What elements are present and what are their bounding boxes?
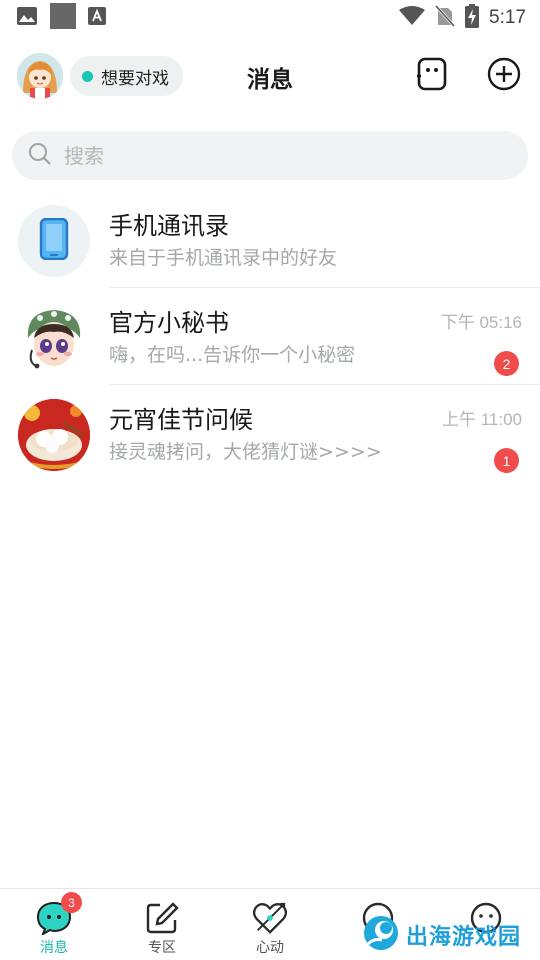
- conversation-name: 元宵佳节问候: [109, 406, 253, 434]
- status-bar: 5:17: [0, 0, 540, 36]
- conversation-preview: 来自于手机通讯录中的好友: [109, 247, 338, 269]
- conversation-name: 手机通讯录: [109, 212, 229, 240]
- add-button[interactable]: [486, 57, 522, 95]
- watermark: 出海游戏园: [362, 912, 521, 958]
- conversation-preview: 接灵魂拷问，大佬猜灯谜>>>>: [109, 441, 382, 463]
- battery-charging-icon: [465, 4, 480, 32]
- contacts-book-icon: [416, 57, 448, 95]
- tab-heartbeat[interactable]: 心动: [230, 889, 310, 960]
- add-circle-icon: [487, 57, 521, 95]
- phone-icon: [39, 217, 69, 264]
- watermark-logo-icon: [362, 914, 400, 956]
- image-icon: [16, 6, 38, 30]
- contacts-avatar: [18, 205, 90, 277]
- conversation-time: 上午 11:00: [441, 410, 522, 429]
- clock: 5:17: [489, 7, 526, 28]
- lantern-festival-avatar: [18, 399, 90, 471]
- list-item-contacts[interactable]: 手机通讯录 来自于手机通讯录中的好友: [0, 191, 540, 287]
- search-bar[interactable]: [12, 131, 528, 180]
- conversation-preview: 嗨，在吗...告诉你一个小秘密: [109, 344, 356, 366]
- unread-badge: 1: [494, 448, 519, 473]
- tab-label: 心动: [256, 940, 284, 956]
- status-selector[interactable]: 想要对戏: [70, 56, 183, 96]
- tab-badge: 3: [61, 892, 82, 913]
- tab-messages[interactable]: 3 消息: [14, 889, 94, 960]
- conversation-name: 官方小秘书: [109, 309, 229, 337]
- square-icon: [50, 3, 76, 33]
- watermark-text: 出海游戏园: [406, 925, 522, 950]
- status-label: 想要对戏: [101, 68, 169, 89]
- tab-label: 专区: [148, 940, 176, 956]
- profile-avatar[interactable]: [17, 53, 63, 99]
- message-bubble-icon: 3: [36, 892, 82, 935]
- search-input[interactable]: [64, 143, 484, 168]
- no-sim-icon: [434, 4, 456, 31]
- secretary-avatar: [18, 302, 90, 374]
- list-item-lantern-festival[interactable]: 元宵佳节问候 接灵魂拷问，大佬猜灯谜>>>> 上午 11:00 1: [0, 385, 540, 481]
- heart-arrow-icon: [252, 901, 288, 935]
- contacts-book-button[interactable]: [414, 57, 450, 95]
- header: 想要对戏 消息: [0, 50, 540, 102]
- conversation-time: 下午 05:16: [440, 313, 522, 332]
- tab-zone[interactable]: 专区: [122, 889, 202, 960]
- unread-badge: 2: [494, 351, 519, 376]
- list-item-secretary[interactable]: 官方小秘书 嗨，在吗...告诉你一个小秘密 下午 05:16 2: [0, 288, 540, 384]
- status-dot: [82, 70, 93, 82]
- search-icon: [28, 142, 52, 170]
- edit-square-icon: [144, 901, 180, 935]
- text-icon: [88, 7, 106, 29]
- wifi-icon: [399, 6, 426, 30]
- tab-label: 消息: [40, 940, 68, 956]
